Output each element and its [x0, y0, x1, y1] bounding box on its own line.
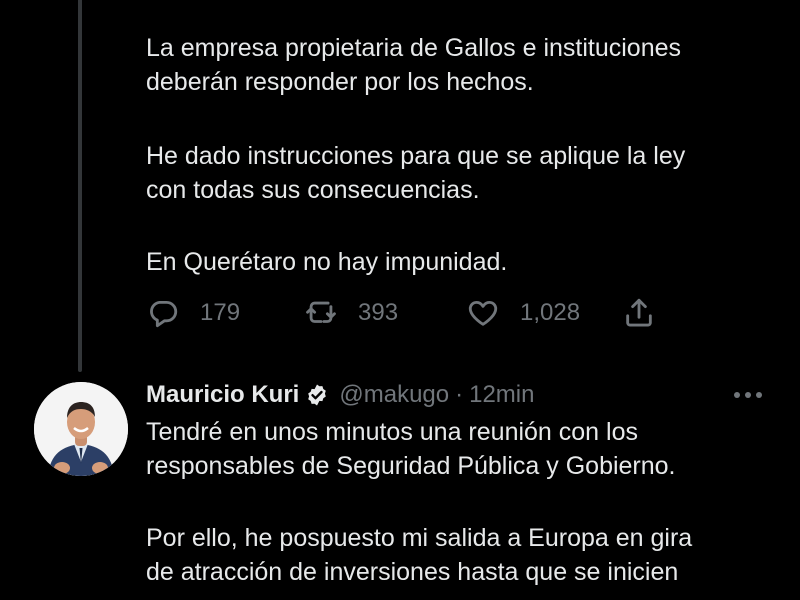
verified-badge-icon — [308, 384, 327, 406]
heart-icon — [468, 300, 498, 326]
retweet-icon — [306, 301, 336, 323]
tweet-text-paragraph: En Querétaro no hay impunidad. — [146, 248, 508, 276]
tweet-text-paragraph: Por ello, he pospuesto mi salida a Europ… — [146, 524, 693, 586]
reply-button[interactable]: 179 — [146, 293, 240, 333]
retweet-count: 393 — [358, 299, 399, 326]
reply-icon — [150, 300, 178, 328]
tweet-text-paragraph: He dado instrucciones para que se apliqu… — [146, 142, 686, 204]
author-name[interactable]: Mauricio Kuri — [146, 381, 299, 409]
tweet-action-bar: 179 393 1,028 — [146, 293, 666, 333]
like-count: 1,028 — [520, 299, 581, 326]
retweet-button[interactable]: 393 — [304, 293, 398, 333]
tweet-text-paragraph: La empresa propietaria de Gallos e insti… — [146, 34, 682, 96]
reply-count: 179 — [200, 299, 241, 326]
tweet-text-paragraph: Tendré en unos minutos una reunión con l… — [146, 418, 676, 480]
thread-connector-line — [78, 0, 82, 372]
more-icon — [734, 392, 762, 398]
tweet-timestamp[interactable]: 12min — [469, 381, 534, 409]
like-button[interactable]: 1,028 — [466, 293, 580, 333]
share-button[interactable] — [622, 293, 656, 333]
profile-photo — [34, 382, 128, 476]
more-options-button[interactable] — [726, 380, 770, 410]
author-handle[interactable]: @makugo — [339, 381, 449, 409]
header-separator: · — [455, 381, 464, 408]
tweet-header: Mauricio Kuri @makugo · 12min — [146, 377, 534, 413]
avatar[interactable] — [34, 382, 128, 476]
share-icon — [626, 298, 652, 327]
